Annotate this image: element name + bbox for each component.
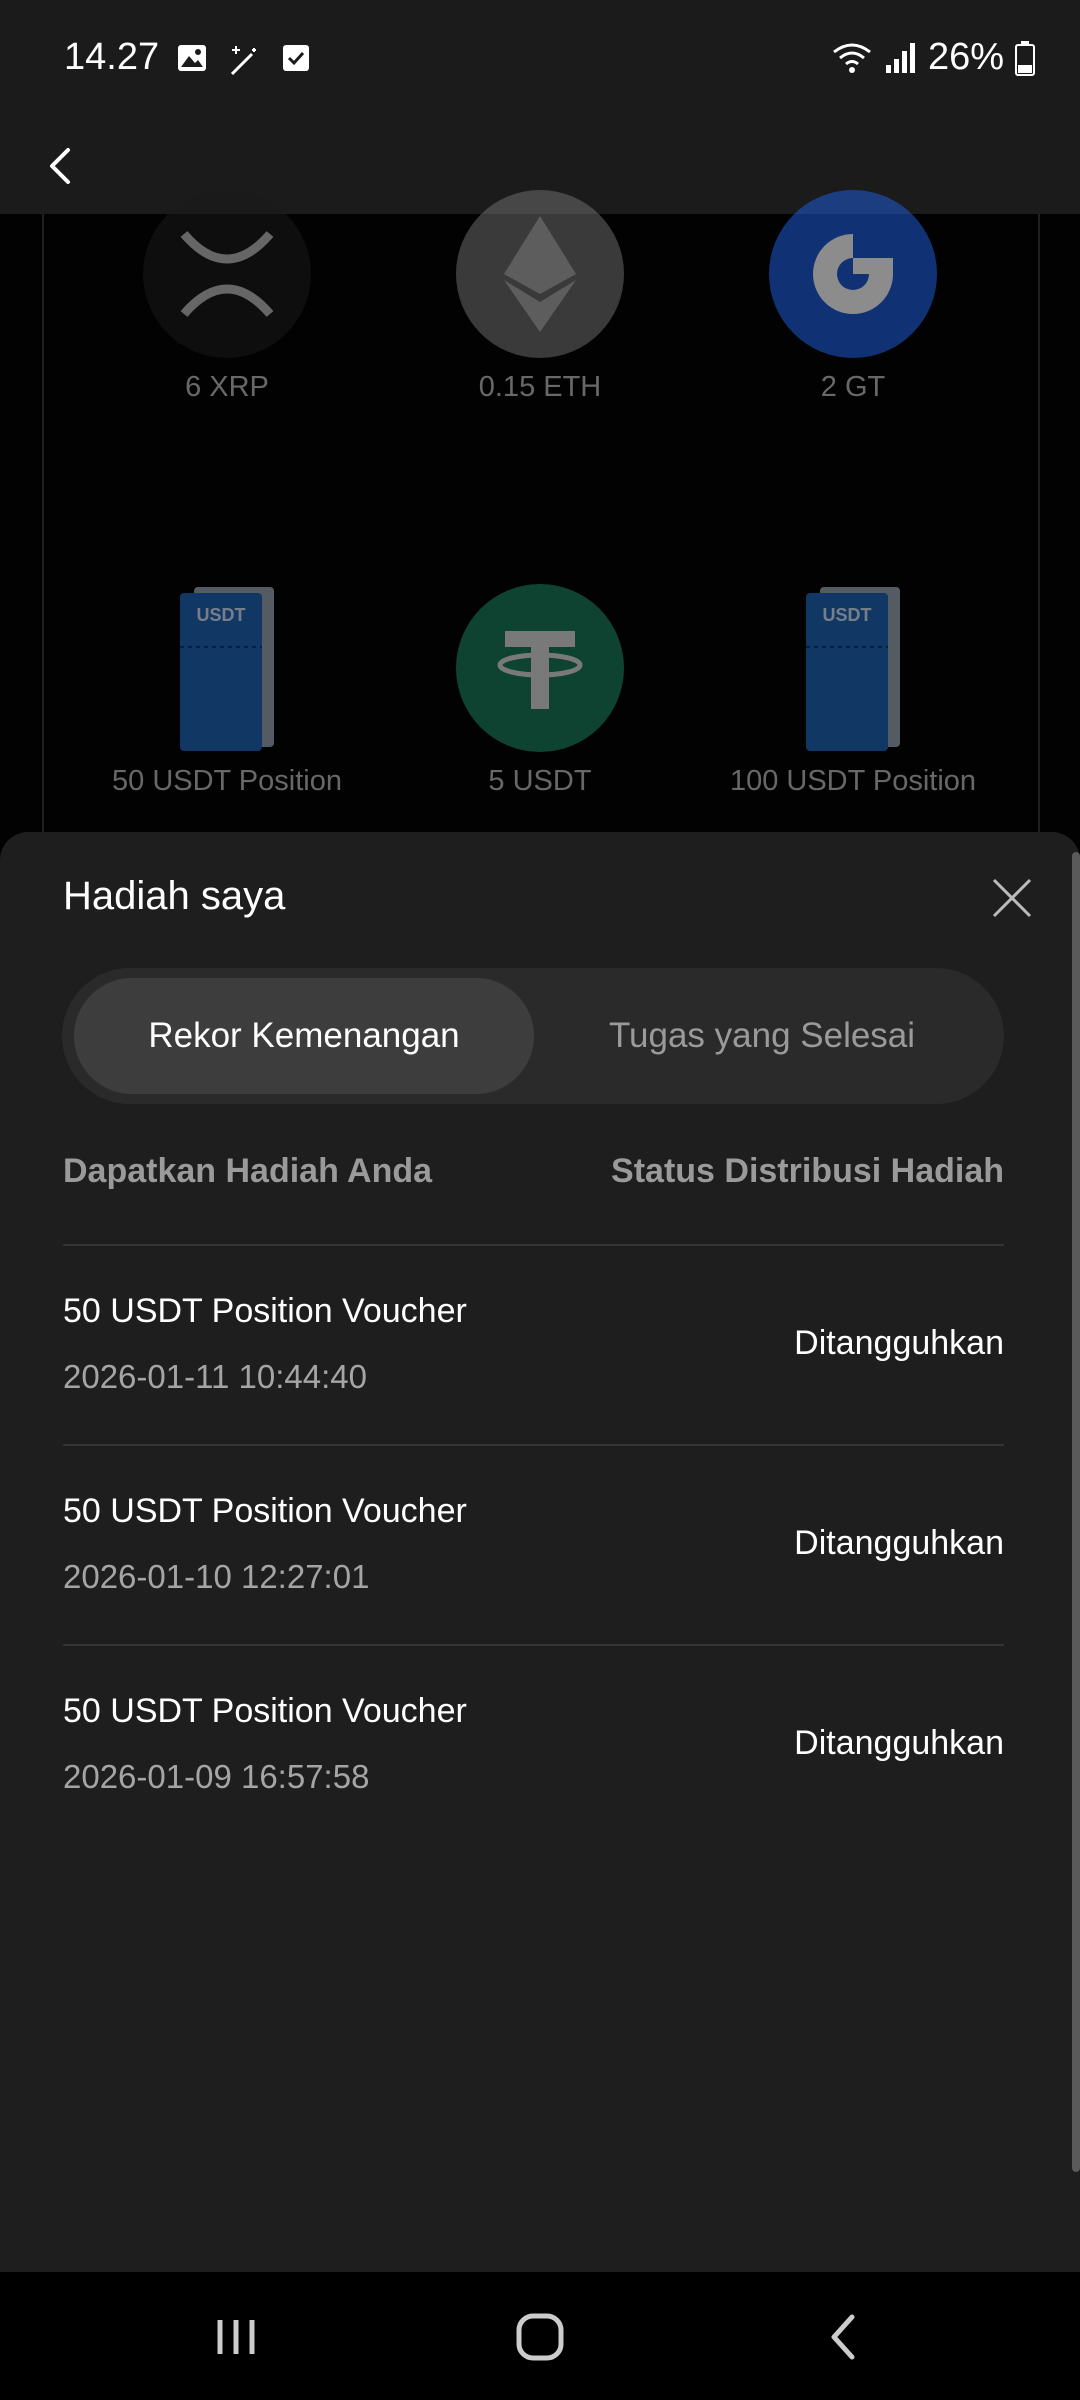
column-header-reward: Dapatkan Hadiah Anda bbox=[63, 1152, 433, 1190]
voucher-badge: USDT bbox=[823, 605, 872, 625]
magic-wand-icon bbox=[230, 46, 256, 76]
back-icon bbox=[831, 2314, 855, 2360]
eth-icon bbox=[456, 190, 624, 358]
battery-icon bbox=[1015, 40, 1035, 76]
nav-back-button[interactable] bbox=[804, 2302, 884, 2372]
prize-item: USDT 50 USDT Position bbox=[77, 584, 377, 800]
tab-completed-tasks[interactable]: Tugas yang Selesai bbox=[532, 978, 992, 1094]
status-time: 14.27 bbox=[64, 36, 160, 78]
screen: 14.27 26% 6 XRP 0.15 ETH 2 GT USDT 50 US… bbox=[0, 0, 1080, 2400]
prize-label: 100 USDT Position bbox=[729, 765, 977, 797]
reward-title: 50 USDT Position Voucher bbox=[63, 1292, 467, 1330]
prize-item: USDT 100 USDT Position bbox=[703, 584, 1003, 800]
close-icon bbox=[992, 878, 1032, 918]
sheet-scrollbar[interactable] bbox=[1072, 852, 1080, 2172]
voucher-badge: USDT bbox=[197, 605, 246, 625]
reward-status: Ditangguhkan bbox=[794, 1324, 1004, 1362]
xrp-icon bbox=[143, 190, 311, 358]
wifi-icon bbox=[833, 43, 871, 73]
list-item[interactable]: 50 USDT Position Voucher 2026-01-09 16:5… bbox=[63, 1646, 1004, 1844]
reward-title: 50 USDT Position Voucher bbox=[63, 1692, 467, 1730]
checkbox-icon bbox=[283, 45, 309, 71]
recents-button[interactable] bbox=[196, 2302, 276, 2372]
chevron-left-icon bbox=[50, 148, 70, 184]
prize-label: 50 USDT Position bbox=[112, 765, 342, 797]
sheet-title: Hadiah saya bbox=[63, 874, 286, 918]
prize-item: 2 GT bbox=[703, 190, 1003, 406]
reward-status: Ditangguhkan bbox=[794, 1524, 1004, 1562]
reward-date: 2026-01-10 12:27:01 bbox=[63, 1558, 370, 1595]
reward-date: 2026-01-09 16:57:58 bbox=[63, 1758, 370, 1795]
prize-label: 6 XRP bbox=[185, 371, 269, 403]
my-rewards-sheet: Hadiah saya Rekor Kemenangan Tugas yang … bbox=[0, 832, 1080, 2272]
list-item[interactable]: 50 USDT Position Voucher 2026-01-10 12:2… bbox=[63, 1446, 1004, 1644]
close-button[interactable] bbox=[986, 872, 1038, 924]
image-icon bbox=[178, 45, 206, 71]
prize-item: 6 XRP bbox=[77, 190, 377, 406]
usdt-icon bbox=[456, 584, 624, 752]
gt-icon bbox=[769, 190, 937, 358]
home-button[interactable] bbox=[500, 2302, 580, 2372]
prize-grid-background: 6 XRP 0.15 ETH 2 GT USDT 50 USDT Positio… bbox=[0, 190, 1080, 854]
voucher-icon: USDT bbox=[143, 584, 311, 752]
signal-icon bbox=[885, 42, 915, 73]
column-header-status: Status Distribusi Hadiah bbox=[611, 1152, 1004, 1190]
status-bar: 14.27 26% bbox=[0, 0, 1080, 120]
list-item[interactable]: 50 USDT Position Voucher 2026-01-11 10:4… bbox=[63, 1246, 1004, 1444]
reward-title: 50 USDT Position Voucher bbox=[63, 1492, 467, 1530]
prize-item: 0.15 ETH bbox=[390, 190, 690, 406]
status-right: 26% bbox=[830, 36, 1036, 79]
battery-percent: 26% bbox=[927, 36, 1004, 78]
tab-switcher: Rekor Kemenangan Tugas yang Selesai bbox=[62, 968, 1004, 1104]
prize-item: 5 USDT bbox=[390, 584, 690, 800]
reward-status: Ditangguhkan bbox=[794, 1724, 1004, 1762]
system-nav-bar bbox=[0, 2272, 1080, 2400]
back-button[interactable] bbox=[30, 134, 94, 198]
reward-date: 2026-01-11 10:44:40 bbox=[63, 1358, 367, 1395]
recents-icon bbox=[217, 2320, 255, 2354]
tab-winning-record[interactable]: Rekor Kemenangan bbox=[74, 978, 534, 1094]
voucher-icon: USDT bbox=[769, 584, 937, 752]
prize-label: 5 USDT bbox=[488, 765, 592, 797]
notification-icons bbox=[176, 42, 312, 78]
prize-label: 0.15 ETH bbox=[478, 371, 602, 403]
home-icon bbox=[516, 2313, 564, 2361]
prize-label: 2 GT bbox=[820, 371, 886, 403]
